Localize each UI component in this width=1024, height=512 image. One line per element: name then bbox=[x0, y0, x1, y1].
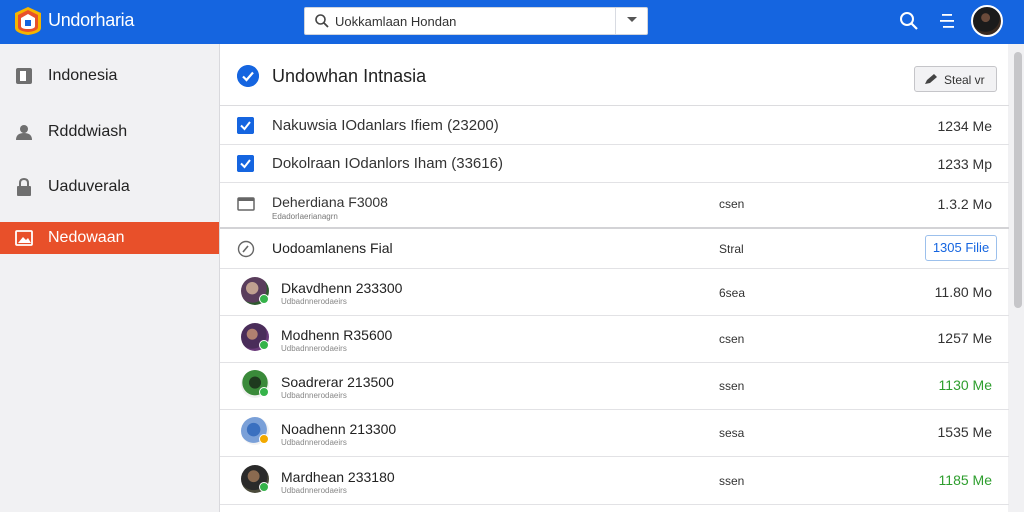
table-row[interactable]: Dkavdhenn 233300 Udbadnnerodaeirs 6sea 1… bbox=[220, 269, 1009, 316]
row-size: 1185 Me bbox=[938, 472, 992, 488]
row-size: 1535 Me bbox=[937, 424, 992, 440]
person-subtitle: Udbadnnerodaeirs bbox=[281, 486, 347, 495]
person-subtitle: Udbadnnerodaeirs bbox=[281, 344, 347, 353]
page-title: Undowhan Intnasia bbox=[272, 66, 427, 86]
person-name: Modhenn R35600 bbox=[281, 327, 393, 343]
list-row[interactable]: Deherdiana F3008 Edadorlaerianagrn csen … bbox=[220, 183, 1009, 229]
list-row[interactable]: Nakuwsia IOdanlars Ifiem (23200) 1234 Me bbox=[220, 106, 1009, 145]
main-panel: Undowhan Intnasia Steal vr Nakuwsia IOda… bbox=[219, 44, 1009, 512]
person-name: Dkavdhenn 233300 bbox=[281, 280, 403, 296]
table-row[interactable]: Mardhean 233180 Udbadnnerodaeirs ssen 11… bbox=[220, 457, 1009, 505]
status-badge bbox=[259, 294, 269, 304]
person-icon bbox=[16, 125, 32, 140]
image-icon bbox=[15, 230, 33, 246]
row-status: csen bbox=[719, 197, 745, 211]
user-avatar[interactable] bbox=[971, 5, 1003, 37]
scrollbar-thumb[interactable] bbox=[1014, 52, 1022, 308]
panel-header: Undowhan Intnasia Steal vr bbox=[220, 44, 1009, 106]
row-status: ssen bbox=[719, 379, 745, 393]
row-subtitle: Edadorlaerianagrn bbox=[272, 212, 338, 221]
person-name: Soadrerar 213500 bbox=[281, 374, 394, 390]
sidebar-item-rdddwiash[interactable]: Rdddwiash bbox=[0, 116, 219, 148]
chevron-down-icon bbox=[627, 17, 637, 22]
menu-icon[interactable] bbox=[937, 12, 957, 30]
app-logo-icon bbox=[15, 7, 41, 35]
list-row[interactable]: Dokolraan IOdanlors Iham (33616) 1233 Mp bbox=[220, 145, 1009, 183]
row-size: 1257 Me bbox=[937, 330, 992, 346]
row-title: Deherdiana F3008 bbox=[272, 194, 388, 210]
checkbox[interactable] bbox=[237, 155, 254, 172]
status-badge bbox=[259, 340, 269, 350]
row-title: Nakuwsia IOdanlars Ifiem (23200) bbox=[272, 117, 499, 134]
table-row[interactable]: Soadrerar 213500 Udbadnnerodaeirs ssen 1… bbox=[220, 363, 1009, 410]
row-status: ssen bbox=[719, 474, 745, 488]
sidebar-item-indonesia[interactable]: Indonesia bbox=[0, 60, 219, 92]
row-title: Uodoamlanens Fial bbox=[272, 240, 393, 256]
status-badge bbox=[259, 434, 269, 444]
table-row[interactable]: Modhenn R35600 Udbadnnerodaeirs csen 125… bbox=[220, 316, 1009, 363]
person-subtitle: Udbadnnerodaeirs bbox=[281, 297, 347, 306]
row-size: 11.80 Mo bbox=[934, 284, 992, 300]
top-bar: Undorharia Uokkamlaan Hondan bbox=[0, 0, 1024, 44]
sidebar: Indonesia Rdddwiash Uaduverala Nedowaan bbox=[0, 44, 219, 512]
person-subtitle: Udbadnnerodaeirs bbox=[281, 438, 347, 447]
row-status: Stral bbox=[719, 242, 744, 256]
sidebar-item-label: Indonesia bbox=[48, 67, 118, 84]
search-box[interactable]: Uokkamlaan Hondan bbox=[304, 7, 648, 35]
sidebar-item-uaduverala[interactable]: Uaduverala bbox=[0, 171, 219, 203]
sidebar-item-label: Rdddwiash bbox=[48, 123, 128, 140]
person-subtitle: Udbadnnerodaeirs bbox=[281, 391, 347, 400]
sidebar-item-nedowaan[interactable]: Nedowaan bbox=[0, 222, 219, 254]
file-button[interactable]: 1305 Filie bbox=[925, 235, 997, 261]
person-name: Noadhenn 213300 bbox=[281, 421, 397, 437]
search-dropdown-button[interactable] bbox=[615, 8, 647, 34]
action-button[interactable]: Steal vr bbox=[914, 66, 997, 92]
compass-icon bbox=[237, 240, 255, 258]
row-status: csen bbox=[719, 332, 745, 346]
folder-icon bbox=[237, 197, 255, 211]
person-name: Mardhean 233180 bbox=[281, 469, 395, 485]
row-title: Dokolraan IOdanlors Iham (33616) bbox=[272, 155, 503, 172]
search-icon[interactable] bbox=[898, 10, 920, 32]
checkbox[interactable] bbox=[237, 117, 254, 134]
pencil-icon bbox=[925, 74, 937, 84]
check-circle-icon[interactable] bbox=[237, 65, 259, 87]
row-status: sesa bbox=[719, 426, 745, 440]
sidebar-item-label: Nedowaan bbox=[48, 229, 125, 246]
status-badge bbox=[259, 482, 269, 492]
sidebar-item-label: Uaduverala bbox=[48, 178, 130, 195]
row-status: 6sea bbox=[719, 286, 746, 300]
status-badge bbox=[259, 387, 269, 397]
row-size: 1234 Me bbox=[937, 118, 992, 134]
action-button-label: Steal vr bbox=[944, 73, 985, 87]
search-input[interactable]: Uokkamlaan Hondan bbox=[335, 14, 456, 29]
list-row[interactable]: Uodoamlanens Fial Stral 1305 Filie bbox=[220, 229, 1009, 269]
table-row[interactable]: Noadhenn 213300 Udbadnnerodaeirs sesa 15… bbox=[220, 410, 1009, 457]
row-size: 1130 Me bbox=[938, 377, 992, 393]
scrollbar[interactable] bbox=[1012, 44, 1024, 512]
app-title: Undorharia bbox=[48, 10, 135, 30]
lock-icon bbox=[17, 178, 31, 196]
search-icon bbox=[315, 14, 329, 28]
row-size: 1233 Mp bbox=[937, 156, 992, 172]
document-icon bbox=[16, 68, 32, 84]
row-size: 1.3.2 Mo bbox=[937, 196, 992, 212]
